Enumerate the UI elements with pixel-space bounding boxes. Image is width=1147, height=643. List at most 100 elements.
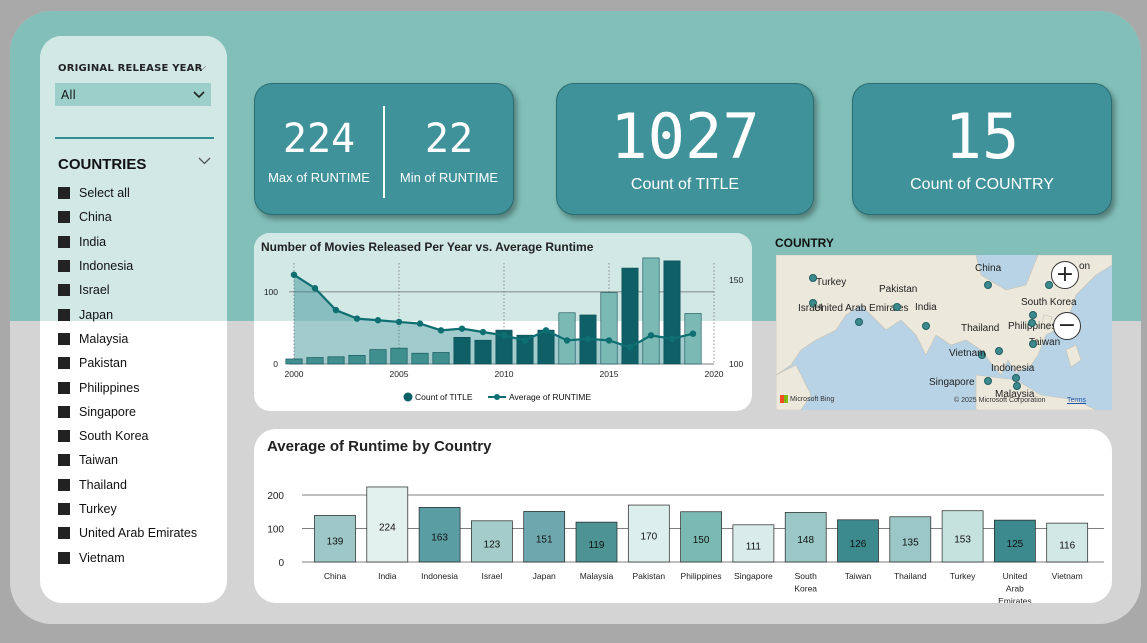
bar-value-label: 153: [954, 534, 971, 545]
map-point-indonesia[interactable]: [1012, 374, 1020, 382]
map-point-china[interactable]: [984, 281, 992, 289]
checkbox[interactable]: [58, 430, 70, 443]
country-option-united-arab-emirates[interactable]: United Arab Emirates: [58, 521, 197, 545]
filter-pane: ORIGINAL RELEASE YEAR ⌵ All COUNTRIES Se…: [40, 36, 227, 603]
country-option-israel[interactable]: Israel: [58, 278, 197, 302]
map-label-indonesia: Indonesia: [991, 363, 1035, 374]
year-dropdown[interactable]: All: [55, 83, 211, 106]
runtime-point: [500, 332, 508, 339]
map-label-turkey: Turkey: [816, 277, 847, 288]
country-option-label: Taiwan: [79, 453, 118, 468]
count-country-card: 15 Count of COUNTRY: [852, 83, 1112, 215]
country-option-japan[interactable]: Japan: [58, 302, 197, 326]
count-title-value: 1027: [610, 100, 760, 173]
country-option-label: Select all: [79, 186, 130, 201]
country-option-india[interactable]: India: [58, 230, 197, 254]
checkbox[interactable]: [58, 478, 70, 491]
checkbox[interactable]: [58, 381, 70, 394]
year-bar: [369, 349, 387, 365]
country-option-pakistan[interactable]: Pakistan: [58, 351, 197, 375]
map-point-malaysia[interactable]: [1013, 382, 1021, 390]
map-point-south-korea[interactable]: [1029, 311, 1037, 319]
country-option-singapore[interactable]: Singapore: [58, 400, 197, 424]
zoom-in-button[interactable]: +: [1051, 261, 1079, 289]
country-option-label: Pakistan: [79, 356, 127, 371]
runtime-by-country-chart[interactable]: Average of Runtime by Country 0 100 200 139…: [254, 429, 1112, 603]
year-bar: [684, 313, 702, 365]
max-runtime-label: Max of RUNTIME: [268, 170, 370, 185]
runtime-point: [605, 337, 613, 344]
country-option-china[interactable]: China: [58, 205, 197, 229]
map-point-singapore[interactable]: [984, 377, 992, 385]
country-option-philippines[interactable]: Philippines: [58, 375, 197, 399]
checkbox[interactable]: [58, 260, 70, 273]
country-option-turkey[interactable]: Turkey: [58, 497, 197, 521]
country-map[interactable]: Israel Turkey United Arab Emirates Pakistan…: [776, 255, 1112, 410]
runtime-point: [689, 330, 697, 337]
map-point-on[interactable]: [1045, 281, 1053, 289]
combo-chart-svg: 2000 2005 2010 2015 2020 0 100 100 150 Count of T…: [264, 257, 743, 402]
count-country-label: Count of COUNTRY: [910, 176, 1054, 193]
bar-value-label: 148: [797, 535, 814, 546]
year-slicer-label: ORIGINAL RELEASE YEAR: [58, 63, 203, 74]
year-bar: [474, 339, 492, 365]
bar-chart-svg: 0 100 200 139 China 224 India 163 Indonesia 123 Is…: [267, 486, 1104, 603]
min-runtime-value: 22: [424, 116, 474, 162]
runtime-point: [521, 337, 529, 344]
y-tick-label: 0: [278, 558, 284, 569]
country-option-select-all[interactable]: Select all: [58, 181, 197, 205]
report-canvas: ORIGINAL RELEASE YEAR ⌵ All COUNTRIES Se…: [10, 11, 1141, 624]
movies-per-year-chart[interactable]: Number of Movies Released Per Year vs. A…: [254, 233, 752, 411]
checkbox[interactable]: [58, 551, 70, 564]
map-point-taiwan[interactable]: [1029, 340, 1037, 348]
map-point-india[interactable]: [922, 322, 930, 330]
checkbox[interactable]: [58, 454, 70, 467]
country-option-malaysia[interactable]: Malaysia: [58, 327, 197, 351]
map-point-pakistan[interactable]: [893, 303, 901, 311]
bar-value-label: 123: [484, 539, 501, 550]
map-point-vietnam[interactable]: [995, 347, 1003, 355]
checkbox[interactable]: [58, 187, 70, 200]
checkbox[interactable]: [58, 527, 70, 540]
map-terms-link[interactable]: Terms: [1067, 397, 1086, 404]
year-bar: [537, 329, 555, 365]
bar-value-label: 170: [640, 532, 657, 543]
checkbox[interactable]: [58, 405, 70, 418]
country-option-indonesia[interactable]: Indonesia: [58, 254, 197, 278]
checkbox[interactable]: [58, 332, 70, 345]
checkbox[interactable]: [58, 357, 70, 370]
checkbox[interactable]: [58, 211, 70, 224]
category-label: China: [324, 571, 346, 581]
chevron-down-icon[interactable]: ⌵: [198, 60, 206, 74]
bing-logo: Microsoft Bing: [780, 395, 834, 403]
category-label: Japan: [533, 571, 556, 581]
zoom-out-button[interactable]: −: [1053, 312, 1081, 340]
map-point-united-arab-emirates[interactable]: [855, 318, 863, 326]
bar-value-label: 150: [693, 535, 710, 546]
category-label: Taiwan: [845, 571, 872, 581]
chevron-down-icon[interactable]: [198, 154, 211, 169]
category-label: United Arab Emirates: [998, 571, 1032, 603]
checkbox[interactable]: [58, 503, 70, 515]
x-tick-label: 2015: [600, 369, 619, 379]
country-option-south-korea[interactable]: South Korea: [58, 424, 197, 448]
category-label: India: [378, 571, 397, 581]
checkbox[interactable]: [58, 308, 70, 321]
country-option-thailand[interactable]: Thailand: [58, 473, 197, 497]
checkbox[interactable]: [58, 284, 70, 297]
legend-swatch-runtime-dot: [494, 394, 500, 400]
bar-value-label: 135: [902, 537, 919, 548]
runtime-point: [584, 335, 592, 342]
category-label: Indonesia: [421, 571, 458, 581]
year-bar: [663, 260, 681, 365]
country-option-vietnam[interactable]: Vietnam: [58, 545, 197, 569]
x-tick-label: 2005: [390, 369, 409, 379]
checkbox[interactable]: [58, 235, 70, 248]
map-label-china: China: [975, 263, 1002, 274]
country-option-taiwan[interactable]: Taiwan: [58, 448, 197, 472]
map-point-philippines[interactable]: [1028, 319, 1036, 327]
year-bar: [306, 357, 324, 365]
runtime-point: [479, 328, 487, 336]
legend-label-count: Count of TITLE: [415, 392, 473, 402]
runtime-point: [563, 337, 571, 344]
